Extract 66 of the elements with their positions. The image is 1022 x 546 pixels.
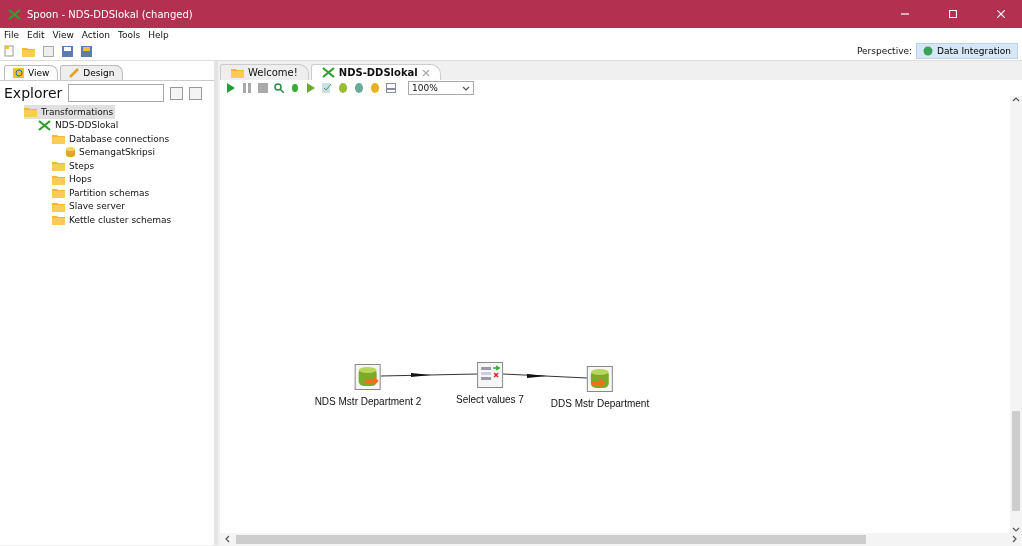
explorer-label: Explorer <box>4 85 63 101</box>
preview-icon[interactable] <box>274 83 284 93</box>
crossed-arrows-icon <box>321 67 335 78</box>
menu-item[interactable]: View <box>52 30 74 40</box>
editor-tab[interactable]: Welcome! <box>220 64 309 80</box>
folder-icon <box>52 173 65 185</box>
search-field[interactable] <box>68 84 165 102</box>
tree-item[interactable]: Database connections <box>52 132 172 146</box>
folder-icon <box>52 133 65 145</box>
tree-item[interactable]: Steps <box>52 159 97 173</box>
maximize-icon[interactable] <box>949 10 957 18</box>
table-output-icon[interactable] <box>587 366 613 392</box>
horizontal-scrollbar[interactable] <box>220 533 1022 545</box>
minimize-icon[interactable] <box>901 10 909 18</box>
tree-item[interactable]: Transformations <box>24 105 116 119</box>
select-values-icon[interactable] <box>477 362 503 388</box>
editor-tab[interactable]: NDS-DDSlokal <box>310 64 441 80</box>
magnifier-icon <box>13 68 24 78</box>
expand-all-icon[interactable] <box>170 86 184 100</box>
crossed-arrows-icon <box>38 119 51 131</box>
folder-icon <box>24 106 37 118</box>
hop-arrow[interactable] <box>380 373 478 377</box>
folder-icon <box>52 200 65 212</box>
save-as-icon[interactable] <box>81 45 92 57</box>
pause-icon[interactable] <box>242 83 252 93</box>
vertical-scrollbar[interactable] <box>1010 96 1022 533</box>
open-folder-icon[interactable] <box>22 45 35 57</box>
menu-item[interactable]: Tools <box>118 30 141 40</box>
tree-item[interactable]: SemangatSkripsi <box>66 145 158 159</box>
table-input-icon[interactable] <box>355 364 381 390</box>
step-label: DDS Mstr Department <box>550 398 650 409</box>
step-label: Select values 7 <box>456 394 524 405</box>
hop-arrow[interactable] <box>502 373 588 379</box>
menu-item[interactable]: File <box>4 30 20 40</box>
window-title: Spoon - NDS-DDSlokal (changed) <box>27 8 194 20</box>
tree-item[interactable]: Kettle cluster schemas <box>52 213 174 227</box>
zoom-dropdown[interactable]: 100% <box>408 81 474 95</box>
menu-item[interactable]: Action <box>81 30 111 40</box>
tree-item[interactable]: Hops <box>52 172 94 186</box>
database-icon <box>66 146 75 158</box>
scroll-thumb[interactable] <box>1012 411 1020 511</box>
play-icon[interactable] <box>226 83 236 93</box>
folder-icon <box>52 214 65 226</box>
tree-item[interactable]: Partition schemas <box>52 186 152 200</box>
new-file-icon[interactable] <box>4 45 14 57</box>
perspective-label: Perspective: <box>856 46 913 56</box>
panel-tab[interactable]: View <box>4 65 59 80</box>
verify-icon[interactable] <box>322 83 332 93</box>
menu-item[interactable]: Edit <box>27 30 45 40</box>
results-pane-icon[interactable] <box>386 83 396 93</box>
pencil-icon <box>69 68 80 78</box>
collapse-all-icon[interactable] <box>189 86 203 100</box>
save-icon[interactable] <box>62 45 73 57</box>
step-label: NDS Mstr Department 2 <box>314 396 422 407</box>
tree-item[interactable]: Slave server <box>52 199 127 213</box>
menu-item[interactable]: Help <box>148 30 169 40</box>
folder-icon <box>22 45 35 57</box>
folder-icon <box>231 67 244 78</box>
folder-icon <box>52 187 65 199</box>
perspective-icon <box>923 46 934 56</box>
perspective-button[interactable]: Data Integration <box>916 43 1018 59</box>
panel-tab[interactable]: Design <box>60 65 124 80</box>
crossed-arrows-icon <box>8 8 21 20</box>
folder-icon <box>52 160 65 172</box>
tree-item[interactable]: NDS-DDSlokal <box>38 118 121 132</box>
scroll-thumb[interactable] <box>236 534 866 544</box>
